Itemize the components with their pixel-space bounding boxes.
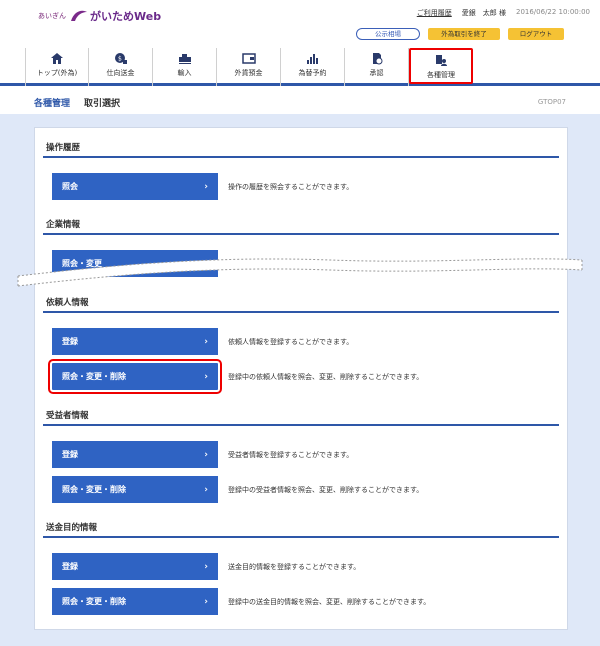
button-label: 登録 [62, 562, 78, 571]
chevron-right-icon: › [204, 449, 208, 460]
market-rate-button[interactable]: 公示相場 [356, 28, 420, 40]
nav-item-approval[interactable]: 承認 [345, 48, 409, 86]
section-title: 依頼人情報 [43, 295, 559, 313]
global-nav: トップ(外為) $ 仕向送金 輸入 外貨預金 為替予約 承認 各種管理 [0, 48, 600, 86]
nav-item-remittance[interactable]: $ 仕向送金 [89, 48, 153, 86]
list-item: 照会 › 操作の履歴を照会することができます。 [43, 173, 559, 200]
top-links: ご利用履歴 愛銀 太郎 様 2016/06/22 10:00:00 [417, 8, 590, 18]
section-title: 企業情報 [43, 217, 559, 235]
requester-register-button[interactable]: 登録 › [52, 328, 218, 355]
nav-label: 輸入 [177, 69, 192, 77]
requester-inquiry-change-delete-button[interactable]: 照会・変更・削除 › [48, 359, 222, 394]
chevron-right-icon: › [204, 596, 208, 607]
list-item: 照会・変更 › 企業情報を照会・変更することができます。 [43, 250, 559, 277]
page-subtitle: 取引選択 [84, 98, 121, 109]
beneficiary-inquiry-change-delete-button[interactable]: 照会・変更・削除 › [52, 476, 218, 503]
purpose-inquiry-change-delete-button[interactable]: 照会・変更・削除 › [52, 588, 218, 615]
nav-label: 各種管理 [427, 71, 455, 79]
logo-service-name: がいためWeb [90, 10, 162, 23]
chevron-right-icon: › [204, 371, 208, 382]
row-description: 登録中の受益者情報を照会、変更、削除することができます。 [228, 485, 424, 494]
button-label: 登録 [62, 450, 78, 459]
svg-text:$: $ [118, 56, 122, 63]
chevron-right-icon: › [204, 181, 208, 192]
top-buttons: 公示相場 外為取引を終了 ログアウト [356, 28, 564, 40]
nav-item-top[interactable]: トップ(外為) [25, 48, 89, 86]
page-title-bar: 各種管理 取引選択 GTOP07 [0, 91, 600, 113]
logo[interactable]: あいぎん がいためWeb [38, 8, 161, 24]
nav-item-import[interactable]: 輸入 [153, 48, 217, 86]
beneficiary-register-button[interactable]: 登録 › [52, 441, 218, 468]
screen-code: GTOP07 [537, 98, 566, 106]
approval-icon [370, 52, 384, 65]
nav-label: トップ(外為) [36, 69, 78, 77]
nav-label: 外貨預金 [234, 69, 263, 77]
logo-mark-icon [70, 9, 88, 23]
chevron-right-icon: › [204, 561, 208, 572]
list-item: 照会・変更・削除 › 登録中の送金目的情報を照会、変更、削除することができます。 [43, 588, 559, 615]
remittance-icon: $ [114, 52, 128, 65]
row-description: 受益者情報を登録することができます。 [228, 450, 354, 459]
home-icon [50, 52, 64, 65]
row-description: 企業情報を照会・変更することができます。 [228, 259, 368, 268]
nav-item-management[interactable]: 各種管理 [409, 48, 473, 84]
end-trade-button[interactable]: 外為取引を終了 [428, 28, 500, 40]
page-title: 各種管理 [34, 98, 71, 109]
button-label: 照会・変更・削除 [62, 597, 126, 606]
logo-bank-name: あいぎん [38, 12, 66, 20]
list-item: 登録 › 依頼人情報を登録することができます。 [43, 328, 559, 355]
section-beneficiary-info: 受益者情報 登録 › 受益者情報を登録することができます。 照会・変更・削除 ›… [43, 408, 559, 503]
section-title: 操作履歴 [43, 140, 559, 158]
section-remittance-purpose-info: 送金目的情報 登録 › 送金目的情報を登録することができます。 照会・変更・削除… [43, 520, 559, 615]
nav-item-forward[interactable]: 為替予約 [281, 48, 345, 86]
main-panel: 操作履歴 照会 › 操作の履歴を照会することができます。 企業情報 照会・変更 … [34, 127, 568, 630]
row-description: 登録中の依頼人情報を照会、変更、削除することができます。 [228, 372, 424, 381]
import-icon [178, 52, 192, 65]
row-description: 登録中の送金目的情報を照会、変更、削除することができます。 [228, 597, 431, 606]
chevron-right-icon: › [204, 258, 208, 269]
nav-label: 承認 [369, 69, 384, 77]
forward-contract-icon [306, 52, 320, 65]
row-description: 依頼人情報を登録することができます。 [228, 337, 354, 346]
nav-item-deposit[interactable]: 外貨預金 [217, 48, 281, 86]
deposit-icon [241, 52, 256, 65]
nav-label: 為替予約 [298, 69, 327, 77]
button-label: 照会・変更 [62, 259, 102, 268]
top-bar: あいぎん がいためWeb ご利用履歴 愛銀 太郎 様 2016/06/22 10… [0, 0, 600, 44]
list-item: 登録 › 送金目的情報を登録することができます。 [43, 553, 559, 580]
login-datetime: 2016/06/22 10:00:00 [515, 8, 590, 16]
history-inquiry-button[interactable]: 照会 › [52, 173, 218, 200]
section-title: 受益者情報 [43, 408, 559, 426]
section-operation-history: 操作履歴 照会 › 操作の履歴を照会することができます。 [43, 140, 559, 200]
list-item: 照会・変更・削除 › 登録中の受益者情報を照会、変更、削除することができます。 [43, 476, 559, 503]
usage-history-link[interactable]: ご利用履歴 [417, 8, 452, 18]
logout-button[interactable]: ログアウト [508, 28, 564, 40]
button-label: 照会・変更・削除 [62, 485, 126, 494]
section-requester-info: 依頼人情報 登録 › 依頼人情報を登録することができます。 照会・変更・削除 ›… [43, 295, 559, 394]
button-label: 照会・変更・削除 [62, 372, 126, 381]
management-icon [434, 54, 448, 67]
section-title: 送金目的情報 [43, 520, 559, 538]
chevron-right-icon: › [204, 336, 208, 347]
row-description: 送金目的情報を登録することができます。 [228, 562, 361, 571]
purpose-register-button[interactable]: 登録 › [52, 553, 218, 580]
chevron-right-icon: › [204, 484, 208, 495]
nav-label: 仕向送金 [106, 69, 135, 77]
section-company-info: 企業情報 照会・変更 › 企業情報を照会・変更することができます。 [43, 217, 559, 277]
row-description: 操作の履歴を照会することができます。 [228, 182, 354, 191]
list-item: 照会・変更・削除 › 登録中の依頼人情報を照会、変更、削除することができます。 [43, 359, 559, 394]
company-inquiry-change-button[interactable]: 照会・変更 › [52, 250, 218, 277]
button-label: 登録 [62, 337, 78, 346]
button-label: 照会 [62, 182, 78, 191]
list-item: 登録 › 受益者情報を登録することができます。 [43, 441, 559, 468]
user-name: 愛銀 太郎 様 [461, 9, 506, 17]
